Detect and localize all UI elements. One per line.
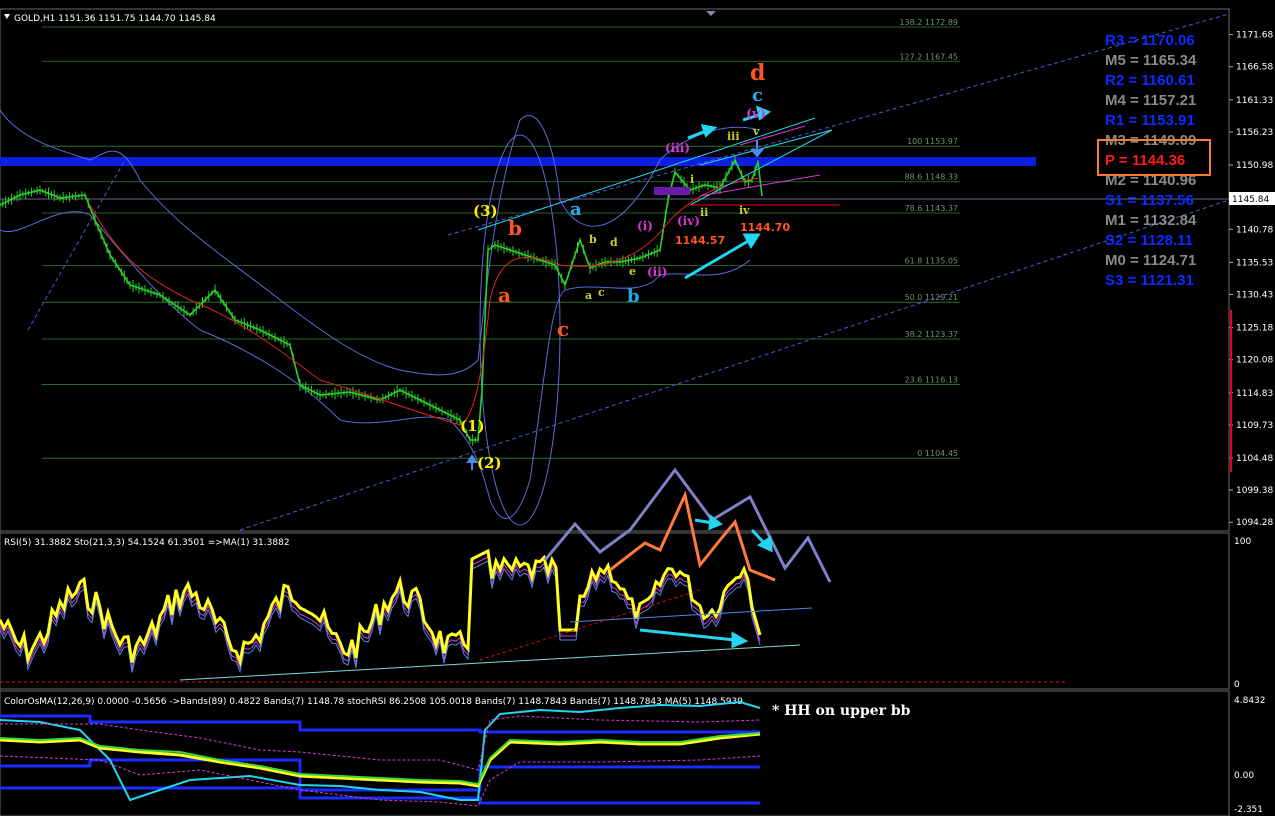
fib-label: 38.2 1123.37	[905, 330, 958, 339]
current-price-label: 1145.84	[1232, 195, 1269, 205]
fibonacci-levels: 138.2 1172.89 127.2 1167.45 100 1153.97 88.…	[42, 18, 960, 459]
axis-tick-label: 1109.73	[1236, 421, 1273, 431]
wave-label-b-small: b	[589, 233, 597, 246]
axis-tick-label: 1140.78	[1236, 225, 1273, 235]
pivot-level: M0 = 1124.71	[1105, 252, 1196, 269]
rsi-tick-100: 100	[1234, 537, 1251, 547]
pivot-level: S2 = 1128.11	[1105, 232, 1193, 249]
pivot-level: R3 = 1170.06	[1105, 32, 1195, 49]
axis-tick-label: 1135.53	[1236, 258, 1273, 268]
axis-tick-label: 1094.28	[1236, 518, 1273, 528]
osma-band-upper-blue	[0, 714, 760, 734]
wave-label-c-small: c	[598, 286, 605, 299]
pivot-level: M5 = 1165.34	[1105, 52, 1197, 69]
main-panel-frame	[0, 8, 1230, 532]
wave-label-d-small: d	[610, 236, 618, 249]
symbol-header: GOLD,H1 1151.36 1151.75 1144.70 1145.84	[14, 14, 216, 24]
menu-triangle-icon[interactable]	[4, 14, 10, 19]
wave-label-a-small: a	[585, 289, 592, 302]
fib-label: 61.8 1135.05	[905, 256, 958, 265]
wave-label-a-red: a	[498, 283, 511, 307]
osma-panel-header: ColorOsMA(12,26,9) 0.0000 -0.5656 ->Band…	[4, 697, 743, 707]
wave-label-ii-paren: (ii)	[647, 265, 667, 279]
fib-label: 88.6 1148.33	[905, 173, 958, 182]
axis-tick-label: 1130.43	[1236, 290, 1273, 300]
shift-marker-icon[interactable]	[706, 11, 716, 16]
pivot-level: M4 = 1157.21	[1105, 92, 1196, 109]
wave-label-3-paren: (3)	[473, 202, 498, 220]
price-label-1144-57: 1144.57	[675, 234, 725, 247]
fib-label: 0 1104.45	[917, 449, 958, 458]
fib-label: 127.2 1167.45	[899, 52, 958, 61]
rsi-zigzag-orange	[609, 490, 776, 582]
wave-label-v: v	[752, 125, 760, 138]
rsi-tick-0: 0	[1234, 680, 1240, 690]
chart-canvas: GOLD,H1 1151.36 1151.75 1144.70 1145.84 …	[0, 8, 1275, 816]
rsi-trendline-1	[179, 644, 801, 681]
purple-zone	[654, 187, 690, 195]
candle-ticks	[0, 155, 759, 446]
left-dotted-line	[27, 159, 126, 331]
wedge-line-magenta-upper	[739, 125, 806, 146]
pivot-level: S3 = 1121.31	[1105, 272, 1194, 289]
rsi-arrow-cyan-1	[639, 628, 749, 649]
axis-tick-label: 1161.33	[1236, 96, 1273, 106]
axis-tick-label: 1125.18	[1236, 324, 1273, 334]
fib-label: 138.2 1172.89	[899, 18, 958, 27]
fib-label: 23.6 1116.13	[905, 376, 958, 385]
wave-label-2-paren: (2)	[477, 454, 502, 472]
wave-label-iii-paren: (iii)	[665, 141, 690, 155]
osma-band-lower-blue	[0, 758, 760, 792]
price-candles	[0, 158, 763, 441]
pivot-level: M1 = 1132.84	[1105, 212, 1197, 229]
axis-tick-label: 1104.48	[1236, 454, 1273, 464]
wave-label-iv-paren: (iv)	[677, 214, 700, 228]
wave-label-c-red: c	[557, 317, 569, 341]
price-axis: 1171.68 1166.58 1161.33 1156.23 1150.98 1145.…	[1229, 31, 1273, 528]
pivot-level: P = 1144.36	[1105, 152, 1185, 169]
osma-tick-bottom: -2.351	[1234, 805, 1263, 815]
wave-label-1-paren: (1)	[460, 417, 485, 435]
wave-label-a-blue: a	[570, 199, 582, 220]
pivot-level: S1 = 1137.56	[1105, 192, 1194, 209]
rsi-trendline-3	[479, 589, 701, 661]
wave-label-b-red: b	[508, 216, 522, 240]
fib-label: 100 1153.97	[907, 137, 958, 146]
axis-tick-label: 1114.83	[1236, 389, 1273, 399]
hh-note: * HH on upper bb	[772, 703, 911, 719]
wave-label-iv: iv	[739, 204, 750, 217]
wave-label-d: d	[750, 60, 765, 86]
axis-tick-label: 1171.68	[1236, 31, 1273, 41]
arrow-blue-down	[749, 140, 765, 158]
fib-label: 50.0 1129.21	[905, 293, 958, 302]
rsi-panel-header: RSI(5) 31.3882 Sto(21,3,3) 54.1524 61.35…	[4, 538, 290, 548]
wave-label-i-paren: (i)	[637, 219, 653, 233]
axis-tick-label: 1099.38	[1236, 486, 1273, 496]
axis-tick-label: 1156.23	[1236, 128, 1273, 138]
axis-tick-label: 1166.58	[1236, 63, 1273, 73]
rsi-zigzag-purple	[543, 467, 832, 583]
pivot-levels: R3 = 1170.06 M5 = 1165.34 R2 = 1160.61 M4 =…	[1105, 32, 1197, 289]
wave-label-ii: ii	[700, 206, 708, 219]
wave-label-c-blue: c	[752, 85, 763, 106]
fib-label: 78.6 1143.37	[905, 204, 958, 213]
arrow-cyan-1	[687, 124, 718, 140]
pivot-level: R1 = 1153.91	[1105, 112, 1195, 129]
wave-label-v-paren: (v)	[746, 107, 766, 122]
osma-cyan-line	[0, 700, 761, 802]
osma-tick-zero: 0.00	[1234, 771, 1254, 781]
price-label-1144-70: 1144.70	[740, 221, 790, 234]
moving-average-red	[89, 177, 761, 426]
wave-label-iii: iii	[727, 130, 740, 143]
pivot-band	[0, 157, 1036, 166]
osma-tick-top: 4.8432	[1234, 696, 1266, 706]
axis-tick-label: 1120.08	[1236, 356, 1273, 366]
stochastic-line	[0, 556, 761, 670]
pivot-level: R2 = 1160.61	[1105, 72, 1195, 89]
axis-tick-label: 1150.98	[1236, 161, 1273, 171]
wave-label-e-small: e	[629, 265, 636, 278]
rsi-panel-frame	[0, 532, 1230, 690]
wave-label-b-blue: b	[627, 286, 640, 307]
wave-label-i: i	[690, 173, 694, 186]
